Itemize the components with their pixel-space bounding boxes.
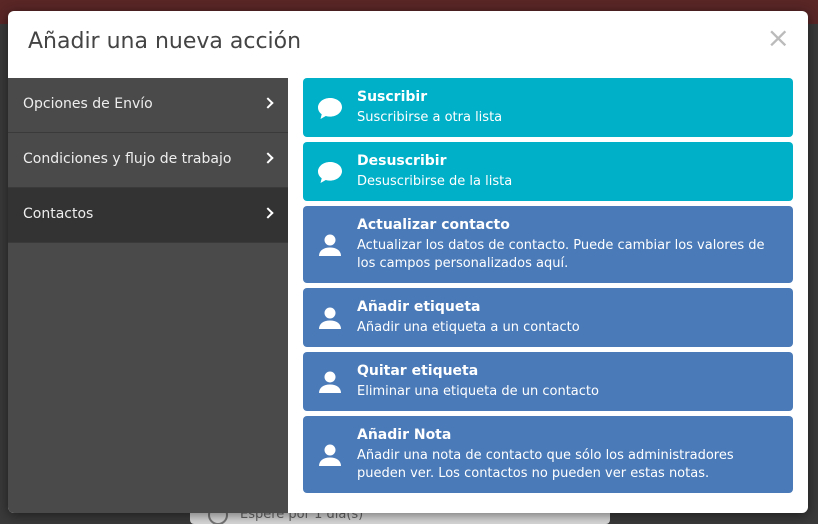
user-icon: [319, 444, 341, 466]
action-actualizar-contacto[interactable]: Actualizar contacto Actualizar los datos…: [303, 206, 793, 283]
action-description: Añadir una etiqueta a un contacto: [357, 320, 580, 335]
action-quitar-etiqueta[interactable]: Quitar etiqueta Eliminar una etiqueta de…: [303, 352, 793, 411]
sidebar-item-opciones-envio[interactable]: Opciones de Envío: [8, 78, 288, 133]
chevron-right-icon: [262, 152, 274, 164]
action-title: Actualizar contacto: [357, 217, 510, 233]
action-anadir-etiqueta[interactable]: Añadir etiqueta Añadir una etiqueta a un…: [303, 288, 793, 347]
action-suscribir[interactable]: Suscribir Suscribirse a otra lista: [303, 78, 793, 137]
action-desuscribir[interactable]: Desuscribir Desuscribirse de la lista: [303, 142, 793, 201]
modal-title: Añadir una nueva acción: [28, 29, 302, 54]
sidebar-item-label: Opciones de Envío: [23, 96, 153, 112]
sidebar-item-contactos[interactable]: Contactos: [8, 188, 288, 243]
action-description: Suscribirse a otra lista: [357, 110, 503, 125]
user-icon: [319, 307, 341, 329]
sidebar-item-label: Contactos: [23, 206, 94, 222]
user-icon: [319, 371, 341, 393]
action-description: Actualizar los datos de contacto. Puede …: [357, 238, 765, 271]
sidebar: Opciones de Envío Condiciones y flujo de…: [8, 78, 288, 513]
action-description: Desuscribirse de la lista: [357, 174, 513, 189]
modal-body: Opciones de Envío Condiciones y flujo de…: [8, 78, 808, 513]
chat-bubble-icon: [318, 161, 342, 183]
action-anadir-nota[interactable]: Añadir Nota Añadir una nota de contacto …: [303, 416, 793, 493]
action-list: Suscribir Suscribirse a otra lista Desus…: [303, 78, 793, 498]
action-title: Suscribir: [357, 89, 428, 105]
action-title: Añadir etiqueta: [357, 299, 481, 315]
add-action-modal: Añadir una nueva acción × Opciones de En…: [8, 11, 808, 513]
sidebar-item-label: Condiciones y flujo de trabajo: [23, 151, 232, 167]
chat-bubble-icon: [318, 97, 342, 119]
chevron-right-icon: [262, 207, 274, 219]
action-title: Desuscribir: [357, 153, 447, 169]
action-title: Quitar etiqueta: [357, 363, 479, 379]
sidebar-item-condiciones[interactable]: Condiciones y flujo de trabajo: [8, 133, 288, 188]
modal-header: Añadir una nueva acción ×: [8, 11, 808, 78]
action-description: Añadir una nota de contacto que sólo los…: [357, 448, 734, 481]
action-title: Añadir Nota: [357, 427, 452, 443]
user-icon: [319, 234, 341, 256]
chevron-right-icon: [262, 97, 274, 109]
close-icon[interactable]: ×: [767, 24, 790, 52]
action-description: Eliminar una etiqueta de un contacto: [357, 384, 599, 399]
